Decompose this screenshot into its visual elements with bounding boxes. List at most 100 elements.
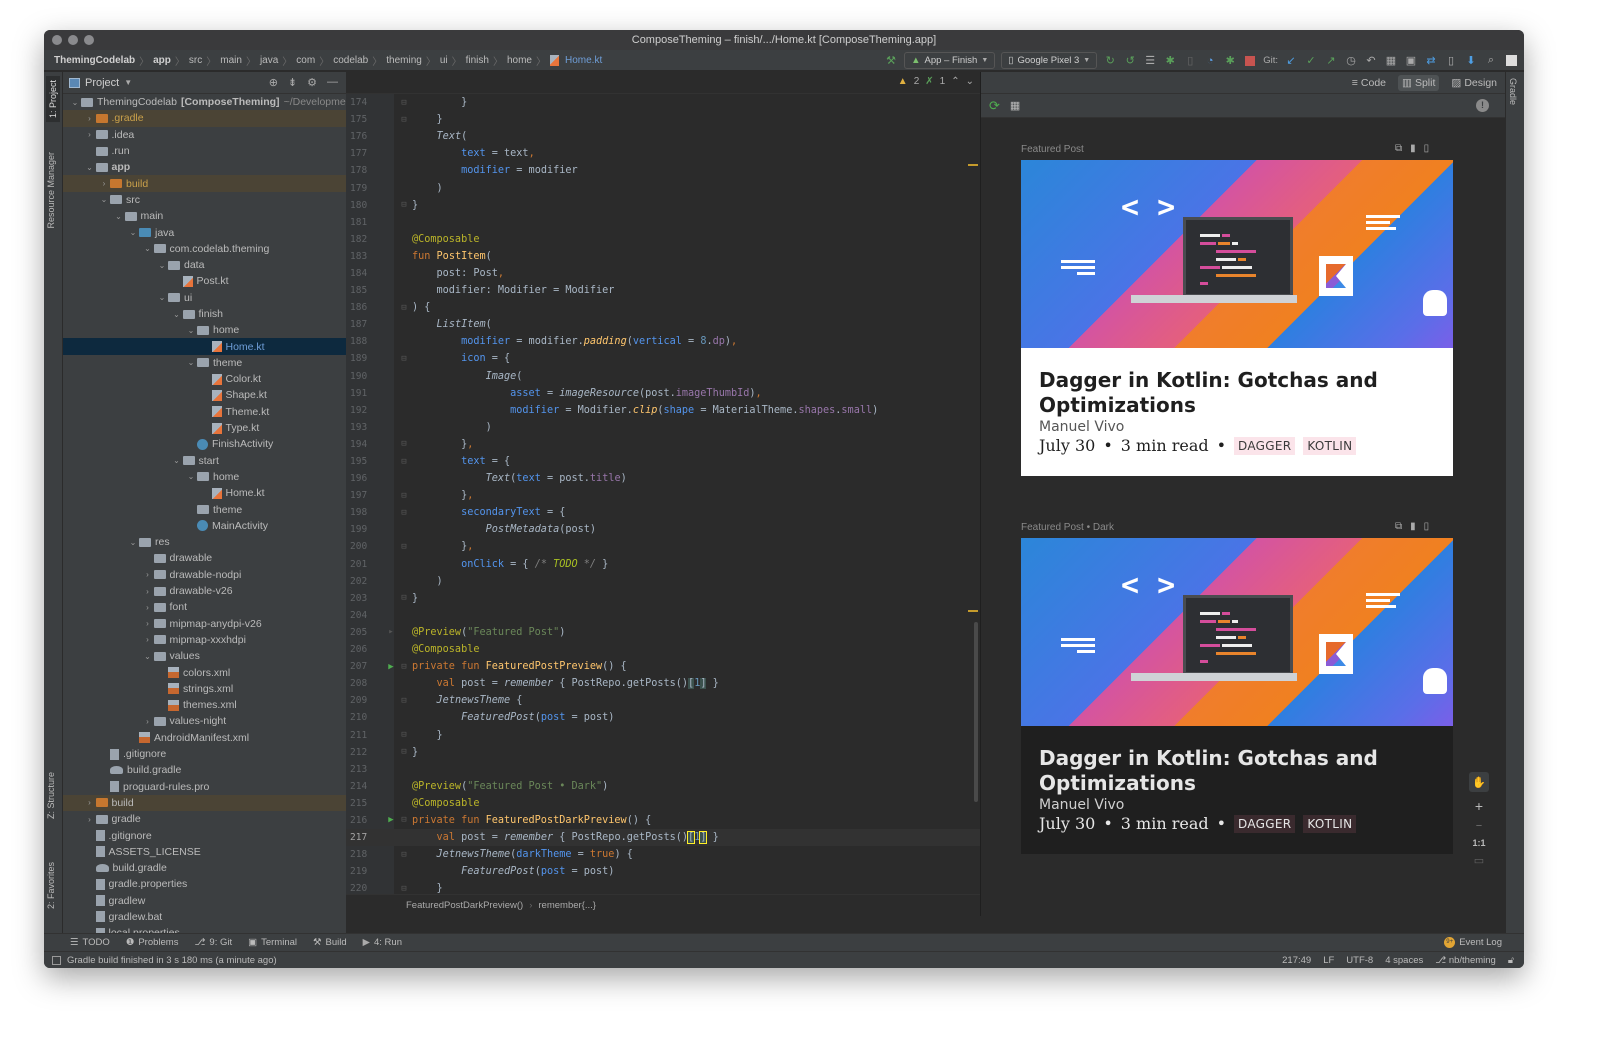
issues-icon[interactable]: ! bbox=[1476, 99, 1489, 112]
tree-item[interactable]: colors.xml bbox=[63, 664, 346, 680]
tool-window-button[interactable]: ❶ Problems bbox=[126, 937, 179, 948]
chevron-right-icon[interactable]: › bbox=[84, 815, 96, 824]
chevron-down-icon[interactable]: ⌄ bbox=[127, 538, 139, 547]
tree-item[interactable]: › .gradle bbox=[63, 110, 346, 127]
tree-item[interactable]: Theme.kt bbox=[63, 404, 346, 420]
caret-position[interactable]: 217:49 bbox=[1282, 955, 1311, 966]
file-encoding[interactable]: UTF-8 bbox=[1346, 955, 1373, 966]
tool-window-button[interactable]: ⎇ 9: Git bbox=[194, 937, 232, 948]
fold-icon[interactable]: ⊟ bbox=[400, 508, 408, 518]
attach-debugger-icon[interactable]: ▯ bbox=[1183, 54, 1197, 68]
breadcrumb-item[interactable]: ui bbox=[440, 55, 448, 66]
breadcrumb-lambda[interactable]: remember{...} bbox=[538, 900, 596, 911]
tree-item[interactable]: .run bbox=[63, 143, 346, 159]
tree-item[interactable]: ASSETS_LICENSE bbox=[63, 844, 346, 860]
code-line[interactable]: 207 ▶ ⊟ private fun FeaturedPostPreview() { bbox=[346, 658, 980, 675]
tree-item[interactable]: ⌄ finish bbox=[63, 306, 346, 322]
lock-icon[interactable]: 🔓︎ bbox=[1508, 955, 1514, 966]
history-icon[interactable]: ◷ bbox=[1344, 54, 1358, 68]
breadcrumb-item[interactable]: java bbox=[260, 55, 278, 66]
chevron-right-icon[interactable]: › bbox=[142, 717, 154, 726]
tree-item[interactable]: › build bbox=[63, 794, 346, 812]
design-mode-button[interactable]: ▨ Design bbox=[1447, 75, 1501, 91]
rollback-icon[interactable]: ↶ bbox=[1364, 54, 1378, 68]
apply-changes-icon[interactable]: ↻ bbox=[1103, 54, 1117, 68]
tree-item[interactable]: MainActivity bbox=[63, 518, 346, 534]
code-line[interactable]: 210 FeaturedPost(post = post) bbox=[346, 709, 980, 726]
tree-item[interactable]: gradlew.bat bbox=[63, 909, 346, 925]
deploy-to-device-icon[interactable]: ▯ bbox=[1424, 143, 1430, 154]
breadcrumb-item[interactable]: app bbox=[153, 55, 171, 66]
pin-preview-icon[interactable]: ▮ bbox=[1410, 521, 1416, 532]
breadcrumb-item[interactable]: main bbox=[220, 55, 242, 66]
code-line[interactable]: 213 bbox=[346, 761, 980, 778]
tree-item[interactable]: › drawable-nodpi bbox=[63, 567, 346, 583]
code-line[interactable]: 174 ⊟ } bbox=[346, 94, 980, 111]
fold-icon[interactable]: ⊟ bbox=[400, 491, 408, 501]
zoom-in-button[interactable]: + bbox=[1475, 798, 1483, 814]
code-line[interactable]: 193 ) bbox=[346, 419, 980, 436]
search-icon[interactable]: ⌕ bbox=[1484, 54, 1498, 68]
post-tag[interactable]: KOTLIN bbox=[1303, 814, 1357, 833]
tree-item[interactable]: Home.kt bbox=[63, 485, 346, 501]
breadcrumb-function[interactable]: FeaturedPostDarkPreview() bbox=[406, 900, 523, 911]
code-line[interactable]: 209 ⊟ JetnewsTheme { bbox=[346, 692, 980, 709]
code-line[interactable]: 179 ) bbox=[346, 179, 980, 196]
git-push-icon[interactable]: ↗ bbox=[1324, 54, 1338, 68]
git-update-icon[interactable]: ↙ bbox=[1284, 54, 1298, 68]
pin-preview-icon[interactable]: ▮ bbox=[1410, 143, 1416, 154]
locate-file-icon[interactable]: ⊕ bbox=[269, 76, 278, 89]
chevron-right-icon[interactable]: › bbox=[84, 130, 96, 139]
fold-icon[interactable]: ⊟ bbox=[400, 200, 408, 210]
run-preview-icon[interactable]: ▶ bbox=[382, 815, 400, 825]
post-tag[interactable]: DAGGER bbox=[1234, 814, 1296, 833]
tree-item[interactable]: build.gradle bbox=[63, 860, 346, 876]
tree-item[interactable]: gradle.properties bbox=[63, 876, 346, 892]
tree-item[interactable]: Home.kt bbox=[63, 338, 346, 355]
start-interactive-icon[interactable]: ⧉ bbox=[1395, 521, 1402, 532]
tab-structure[interactable]: Z: Structure bbox=[46, 772, 56, 819]
chevron-down-icon[interactable]: ⌄ bbox=[69, 98, 81, 107]
git-branch[interactable]: ⎇ nb/theming bbox=[1435, 955, 1496, 966]
chevron-down-icon[interactable]: ⌄ bbox=[142, 652, 154, 661]
code-line[interactable]: 178 modifier = modifier bbox=[346, 162, 980, 179]
code-line[interactable]: 183 fun PostItem( bbox=[346, 248, 980, 265]
device-explorer-icon[interactable]: ⬇ bbox=[1464, 54, 1478, 68]
fold-icon[interactable]: ⊟ bbox=[400, 115, 408, 125]
device-dropdown[interactable]: ▯ Google Pixel 3 ▼ bbox=[1001, 52, 1098, 69]
fold-icon[interactable]: ⊟ bbox=[400, 696, 408, 706]
gear-icon[interactable]: ⚙ bbox=[307, 76, 317, 89]
refresh-icon[interactable]: ⟳ bbox=[989, 98, 1000, 114]
tree-item[interactable]: ⌄ res bbox=[63, 534, 346, 550]
code-line[interactable]: 184 post: Post, bbox=[346, 265, 980, 282]
code-line[interactable]: 180 ⊟} bbox=[346, 197, 980, 214]
chevron-down-icon[interactable]: ⌄ bbox=[113, 212, 125, 221]
line-separator[interactable]: LF bbox=[1323, 955, 1334, 966]
split-mode-button[interactable]: ▥ Split bbox=[1398, 74, 1440, 91]
deploy-to-device-icon[interactable]: ▯ bbox=[1424, 521, 1430, 532]
tree-item[interactable]: proguard-rules.pro bbox=[63, 778, 346, 794]
code-line[interactable]: 202 ) bbox=[346, 573, 980, 590]
code-line[interactable]: 204 bbox=[346, 607, 980, 624]
breadcrumb-item[interactable]: home bbox=[507, 55, 532, 66]
code-line[interactable]: 189 ⊟ icon = { bbox=[346, 350, 980, 367]
hammer-icon[interactable]: ⚒ bbox=[884, 54, 898, 68]
code-line[interactable]: 192 modifier = Modifier.clip(shape = Mat… bbox=[346, 402, 980, 419]
tree-item[interactable]: ⌄ java bbox=[63, 224, 346, 240]
zoom-to-fit-icon[interactable]: ▭ bbox=[1474, 854, 1484, 867]
chevron-down-icon[interactable]: ⌄ bbox=[185, 472, 197, 481]
code-line[interactable]: 181 bbox=[346, 214, 980, 231]
breadcrumb-item[interactable]: finish bbox=[466, 55, 489, 66]
tab-project[interactable]: 1: Project bbox=[46, 76, 60, 123]
fold-icon[interactable]: ⊟ bbox=[400, 884, 408, 894]
breadcrumb-item[interactable]: codelab bbox=[333, 55, 368, 66]
fold-icon[interactable]: ⊟ bbox=[400, 439, 408, 449]
code-line[interactable]: 188 modifier = modifier.padding(vertical… bbox=[346, 333, 980, 350]
code-line[interactable]: 185 modifier: Modifier = Modifier bbox=[346, 282, 980, 299]
inspection-widget[interactable]: ▲ 2 ✗ 1 ⌃ ⌄ bbox=[898, 76, 974, 87]
code-line[interactable]: 186 ⊟) { bbox=[346, 299, 980, 316]
tree-item[interactable]: themes.xml bbox=[63, 697, 346, 713]
tree-item[interactable]: drawable bbox=[63, 550, 346, 566]
tab-gradle[interactable]: Gradle bbox=[1508, 78, 1518, 105]
code-line[interactable]: 177 text = text, bbox=[346, 145, 980, 162]
